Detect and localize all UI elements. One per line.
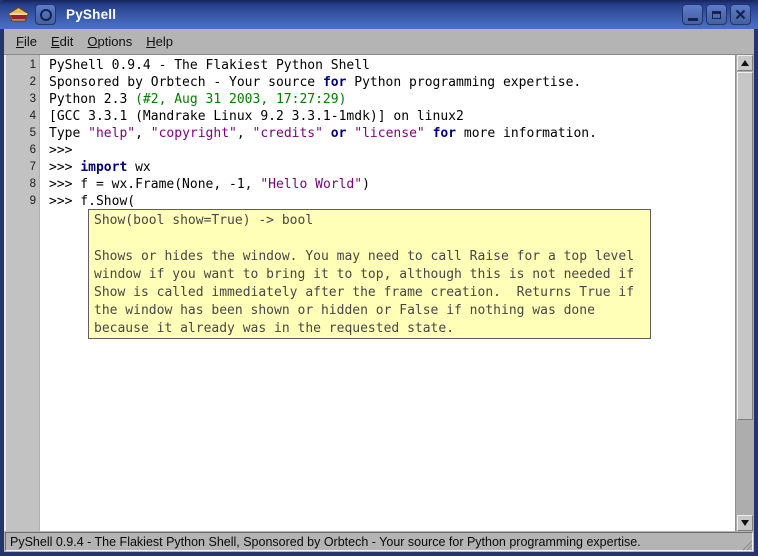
calltip-line: Show is called immediately after the fra… [94,284,650,302]
code-segment: >>> [49,143,80,158]
line-text: >>> [39,142,80,159]
code-segment: ) [362,177,370,192]
menu-item-edit[interactable]: Edit [44,29,80,54]
triangle-down-icon [741,520,749,526]
code-segment: wx [127,160,150,175]
code-segment: Sponsored by Orbtech - Your source [49,75,323,90]
resize-grip-icon[interactable] [739,537,753,551]
line-number: 2 [6,74,39,91]
line-number: 6 [6,142,39,159]
shell-line: 5Type "help", "copyright", "credits" or … [6,125,735,142]
code-segment: "Hello World" [260,177,362,192]
sticky-button[interactable] [35,4,56,25]
shell-line: 7>>> import wx [6,159,735,176]
code-segment: for [323,75,346,90]
shell-line: 4 [GCC 3.3.1 (Mandrake Linux 9.2 3.3.1-1m… [6,108,735,125]
code-segment: Python 2.3 [49,92,135,107]
calltip-line: Show(bool show=True) -> bool [94,212,650,230]
pyshell-window: PyShell FileEditOptionsHelp 1PyShell 0.9… [0,0,758,556]
calltip-line: the window has been shown or hidden or F… [94,302,650,320]
shell-line: 6 >>> [6,142,735,159]
calltip-text: Show(bool show=True) -> bool Shows or hid… [94,212,650,338]
line-text: Python 2.3 (#2, Aug 31 2003, 17:27:29) [39,91,346,108]
line-number: 5 [6,125,39,142]
pie-icon[interactable] [7,5,29,25]
calltip-line: window if you want to bring it to top, a… [94,266,650,284]
line-number: 7 [6,159,39,176]
code-segment: Python programming expertise. [346,75,581,90]
shell-lines: 1 PyShell 0.9.4 - The Flakiest Python She… [6,57,735,210]
menu-item-label: elp [156,34,173,49]
menu-item-accel: F [16,34,24,49]
scroll-down-button[interactable] [737,515,753,531]
maximize-button[interactable] [706,4,727,25]
line-text: >>> f = wx.Frame(None, -1, "Hello World"… [39,176,370,193]
code-segment [425,126,433,141]
shell-line: 9 >>> f.Show( [6,193,735,210]
scroll-up-button[interactable] [737,55,753,71]
vertical-scrollbar[interactable] [735,55,754,531]
code-segment: "credits" [253,126,323,141]
code-segment: (#2, Aug 31 2003, 17:27:29) [135,92,346,107]
menu-item-label: ptions [98,34,133,49]
shell-line: 8>>> f = wx.Frame(None, -1, "Hello World… [6,176,735,193]
line-text: Type "help", "copyright", "credits" or "… [39,125,597,142]
code-segment: "help" [88,126,135,141]
menu-item-file[interactable]: File [9,29,44,54]
code-segment: Type [49,126,88,141]
code-segment: "copyright" [151,126,237,141]
code-segment: , [237,126,253,141]
menu-item-label: ile [24,34,37,49]
minimize-icon [688,18,698,21]
code-segment: "license" [354,126,424,141]
scrollbar-thumb[interactable] [737,72,753,420]
menu-item-options[interactable]: Options [80,29,139,54]
menu-item-help[interactable]: Help [139,29,180,54]
shell-editor[interactable]: 1 PyShell 0.9.4 - The Flakiest Python She… [4,55,754,531]
circle-icon [40,9,52,21]
line-text: >>> f.Show( [39,193,135,210]
line-number: 1 [6,57,39,74]
status-bar: PyShell 0.9.4 - The Flakiest Python Shel… [4,531,754,552]
line-text: [GCC 3.3.1 (Mandrake Linux 9.2 3.3.1-1md… [39,108,464,125]
window-title: PyShell [66,7,116,22]
calltip-line: because it already was in the requested … [94,320,650,338]
minimize-button[interactable] [682,4,703,25]
line-text: >>> import wx [39,159,151,176]
code-segment: or [331,126,347,141]
maximize-icon [712,11,721,19]
code-segment [323,126,331,141]
line-number: 4 [6,108,39,125]
line-number: 9 [6,193,39,210]
close-button[interactable] [730,4,751,25]
code-segment: import [80,160,127,175]
code-segment: , [135,126,151,141]
calltip-line: Shows or hides the window. You may need … [94,248,650,266]
shell-line: 1 PyShell 0.9.4 - The Flakiest Python She… [6,57,735,74]
close-icon [735,9,746,20]
line-number: 3 [6,91,39,108]
code-segment: >>> f = wx.Frame(None, -1, [49,177,260,192]
menu-item-accel: O [87,34,97,49]
triangle-up-icon [741,60,749,66]
code-segment: more information. [456,126,597,141]
calltip-line [94,230,650,248]
title-bar[interactable]: PyShell [0,0,758,29]
calltip-popup: Show(bool show=True) -> bool Shows or hid… [88,209,651,339]
line-text: PyShell 0.9.4 - The Flakiest Python Shel… [39,57,370,74]
menu-item-label: dit [60,34,74,49]
menubar-items: FileEditOptionsHelp [4,29,754,55]
menu-item-accel: H [146,34,155,49]
code-segment: >>> [49,160,80,175]
shell-line: 3Python 2.3 (#2, Aug 31 2003, 17:27:29) [6,91,735,108]
line-text: Sponsored by Orbtech - Your source for P… [39,74,581,91]
code-segment: [GCC 3.3.1 (Mandrake Linux 9.2 3.3.1-1md… [49,109,464,124]
code-segment: >>> f.Show( [49,194,135,209]
code-segment: for [433,126,456,141]
menu-item-accel: E [51,34,60,49]
code-segment: PyShell 0.9.4 - The Flakiest Python Shel… [49,58,370,73]
status-text: PyShell 0.9.4 - The Flakiest Python Shel… [5,532,753,551]
shell-line: 2Sponsored by Orbtech - Your source for … [6,74,735,91]
line-number: 8 [6,176,39,193]
